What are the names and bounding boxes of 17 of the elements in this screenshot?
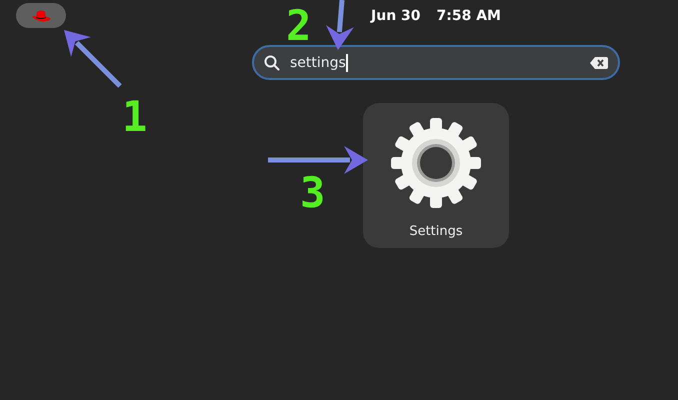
annotation-number: 1 — [122, 96, 148, 138]
annotation-number: 3 — [300, 172, 326, 214]
gear-icon — [390, 117, 482, 209]
search-text: settings — [290, 54, 346, 70]
app-tile[interactable]: Settings — [363, 103, 509, 248]
annotation-number: 2 — [286, 5, 312, 47]
date-label: Jun 30 — [371, 8, 421, 24]
activities-button[interactable] — [16, 3, 66, 28]
app-label: Settings — [409, 224, 463, 239]
search-field[interactable]: settings — [252, 45, 620, 80]
clear-icon[interactable] — [590, 56, 608, 68]
text-cursor — [346, 54, 348, 72]
time-label: 7:58 AM — [436, 8, 501, 24]
hat-icon — [31, 8, 51, 22]
annotation-arrow — [64, 30, 122, 88]
search-icon — [264, 54, 280, 70]
annotation-arrow — [326, 0, 354, 50]
